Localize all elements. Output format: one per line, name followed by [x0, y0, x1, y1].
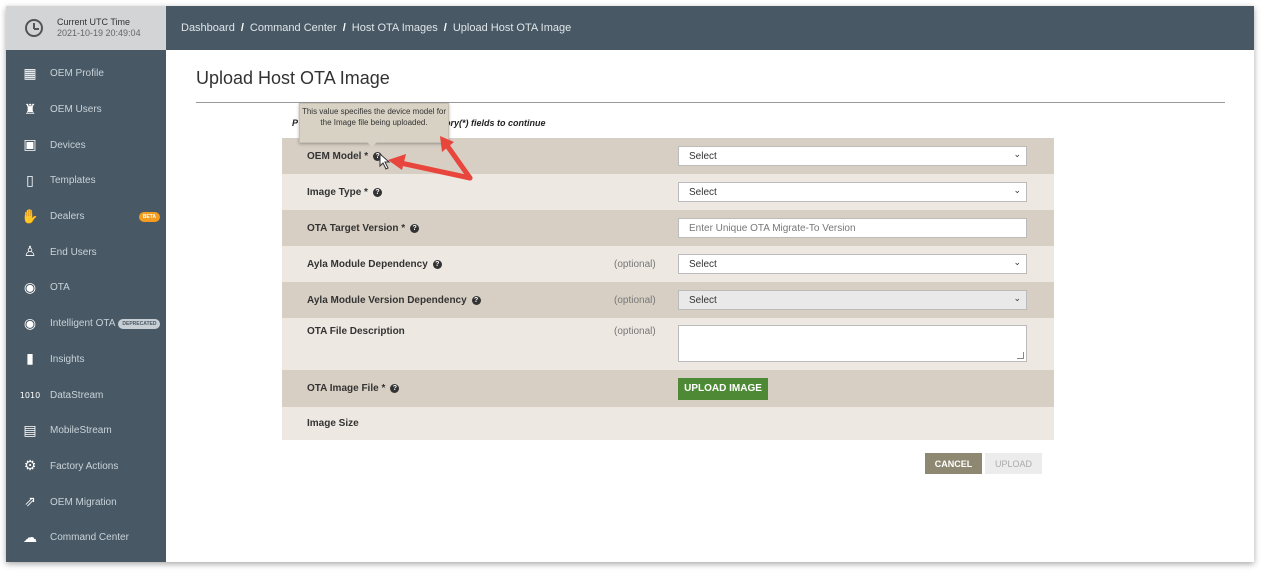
sidebar-item-command-center[interactable]: ☁ Command Center [6, 520, 166, 556]
sidebar-item-oem-profile[interactable]: ▦ OEM Profile [6, 56, 166, 92]
image-type-select[interactable]: Select ⌄ [678, 182, 1027, 202]
sidebar-item-intelligent-ota[interactable]: ◉ Intelligent OTA DEPRECATED [6, 306, 166, 342]
upload-image-button[interactable]: UPLOAD IMAGE [678, 377, 768, 400]
end-users-icon: ♙ [23, 244, 37, 261]
insights-icon: ▮ [26, 351, 34, 368]
breadcrumb-current: Upload Host OTA Image [452, 22, 572, 34]
ota-target-version-input[interactable]: Enter Unique OTA Migrate-To Version [678, 218, 1027, 238]
help-icon[interactable]: ? [372, 187, 382, 197]
row-ota-file-description: OTA File Description (optional) [282, 318, 1054, 370]
oem-users-icon: ♜ [23, 101, 37, 118]
templates-icon: ▯ [26, 172, 34, 189]
sidebar-item-templates[interactable]: ▯ Templates [6, 163, 166, 199]
row-ota-image-file: OTA Image File *? UPLOAD IMAGE [282, 370, 1054, 407]
dealers-icon: ✋ [21, 208, 39, 225]
sidebar-item-oem-migration[interactable]: ⇗ OEM Migration [6, 484, 166, 520]
oem-profile-icon: ▦ [23, 65, 37, 82]
oem-migration-icon: ⇗ [24, 494, 36, 511]
breadcrumb-dashboard[interactable]: Dashboard [181, 22, 235, 34]
mobilestream-icon: ▤ [23, 422, 37, 439]
help-icon[interactable]: ? [410, 223, 420, 233]
optional-label: (optional) [614, 258, 656, 270]
optional-label: (optional) [614, 294, 656, 306]
app-window: Current UTC Time 2021-10-19 20:49:04 ▦ OE… [6, 6, 1254, 562]
ayla-module-version-dependency-select[interactable]: Select ⌄ [678, 290, 1027, 310]
chevron-down-icon: ⌄ [1013, 186, 1021, 196]
optional-label: (optional) [614, 326, 656, 337]
datastream-icon: 1010 [19, 390, 41, 400]
intelligent-ota-icon: ◉ [23, 315, 37, 332]
sidebar-item-dealers[interactable]: ✋ Dealers BETA [6, 199, 166, 235]
sidebar: Current UTC Time 2021-10-19 20:49:04 ▦ OE… [6, 6, 166, 562]
command-center-icon: ☁ [23, 529, 37, 546]
row-image-size: Image Size [282, 407, 1054, 440]
sidebar-nav: ▦ OEM Profile ♜ OEM Users ▣ Devices ▯ Templa… [6, 56, 166, 556]
breadcrumb-command-center[interactable]: Command Center [250, 22, 337, 34]
clock-icon [25, 19, 43, 37]
page-title: Upload Host OTA Image [196, 68, 390, 88]
sidebar-item-factory-actions[interactable]: ⚙ Factory Actions [6, 449, 166, 485]
help-icon[interactable]: ? [373, 151, 383, 161]
beta-badge: BETA [138, 211, 160, 222]
sidebar-item-insights[interactable]: ▮ Insights [6, 342, 166, 378]
sidebar-item-datastream[interactable]: 1010 DataStream [6, 377, 166, 413]
help-icon[interactable]: ? [390, 384, 400, 393]
factory-actions-icon: ⚙ [23, 458, 37, 475]
chevron-down-icon: ⌄ [1013, 150, 1021, 160]
ota-icon: ◉ [23, 279, 37, 296]
help-tooltip: This value specifies the device model fo… [299, 103, 449, 147]
sidebar-item-mobilestream[interactable]: ▤ MobileStream [6, 413, 166, 449]
ayla-module-dependency-select[interactable]: Select ⌄ [678, 254, 1027, 274]
clock-label: Current UTC Time [57, 17, 131, 27]
row-ayla-module-dependency: Ayla Module Dependency? (optional) Selec… [282, 246, 1054, 282]
upload-button[interactable]: UPLOAD [985, 453, 1042, 474]
cancel-button[interactable]: CANCEL [925, 453, 982, 474]
row-oem-model: OEM Model *? Select ⌄ [282, 138, 1054, 174]
row-image-type: Image Type *? Select ⌄ [282, 174, 1054, 210]
top-header: Dashboard / Command Center / Host OTA Im… [166, 6, 1254, 50]
chevron-down-icon: ⌄ [1013, 294, 1021, 304]
help-icon[interactable]: ? [471, 295, 481, 305]
devices-icon: ▣ [23, 137, 37, 154]
sidebar-item-end-users[interactable]: ♙ End Users [6, 234, 166, 270]
upload-form: OEM Model *? Select ⌄ Image Type *? Selec… [282, 138, 1054, 440]
breadcrumb-host-ota-images[interactable]: Host OTA Images [352, 22, 438, 34]
help-icon[interactable]: ? [432, 259, 442, 269]
breadcrumb: Dashboard / Command Center / Host OTA Im… [181, 22, 572, 34]
sidebar-item-ota[interactable]: ◉ OTA [6, 270, 166, 306]
chevron-down-icon: ⌄ [1013, 258, 1021, 268]
deprecated-badge: DEPRECATED [118, 318, 161, 329]
sidebar-item-devices[interactable]: ▣ Devices [6, 127, 166, 163]
oem-model-select[interactable]: Select ⌄ [678, 146, 1027, 166]
row-ayla-module-version-dependency: Ayla Module Version Dependency? (optiona… [282, 282, 1054, 318]
sidebar-item-oem-users[interactable]: ♜ OEM Users [6, 92, 166, 128]
clock-time: 2021-10-19 20:49:04 [57, 28, 141, 38]
row-ota-target-version: OTA Target Version *? Enter Unique OTA M… [282, 210, 1054, 246]
ota-file-description-textarea[interactable] [678, 325, 1027, 362]
utc-clock: Current UTC Time 2021-10-19 20:49:04 [6, 6, 166, 50]
